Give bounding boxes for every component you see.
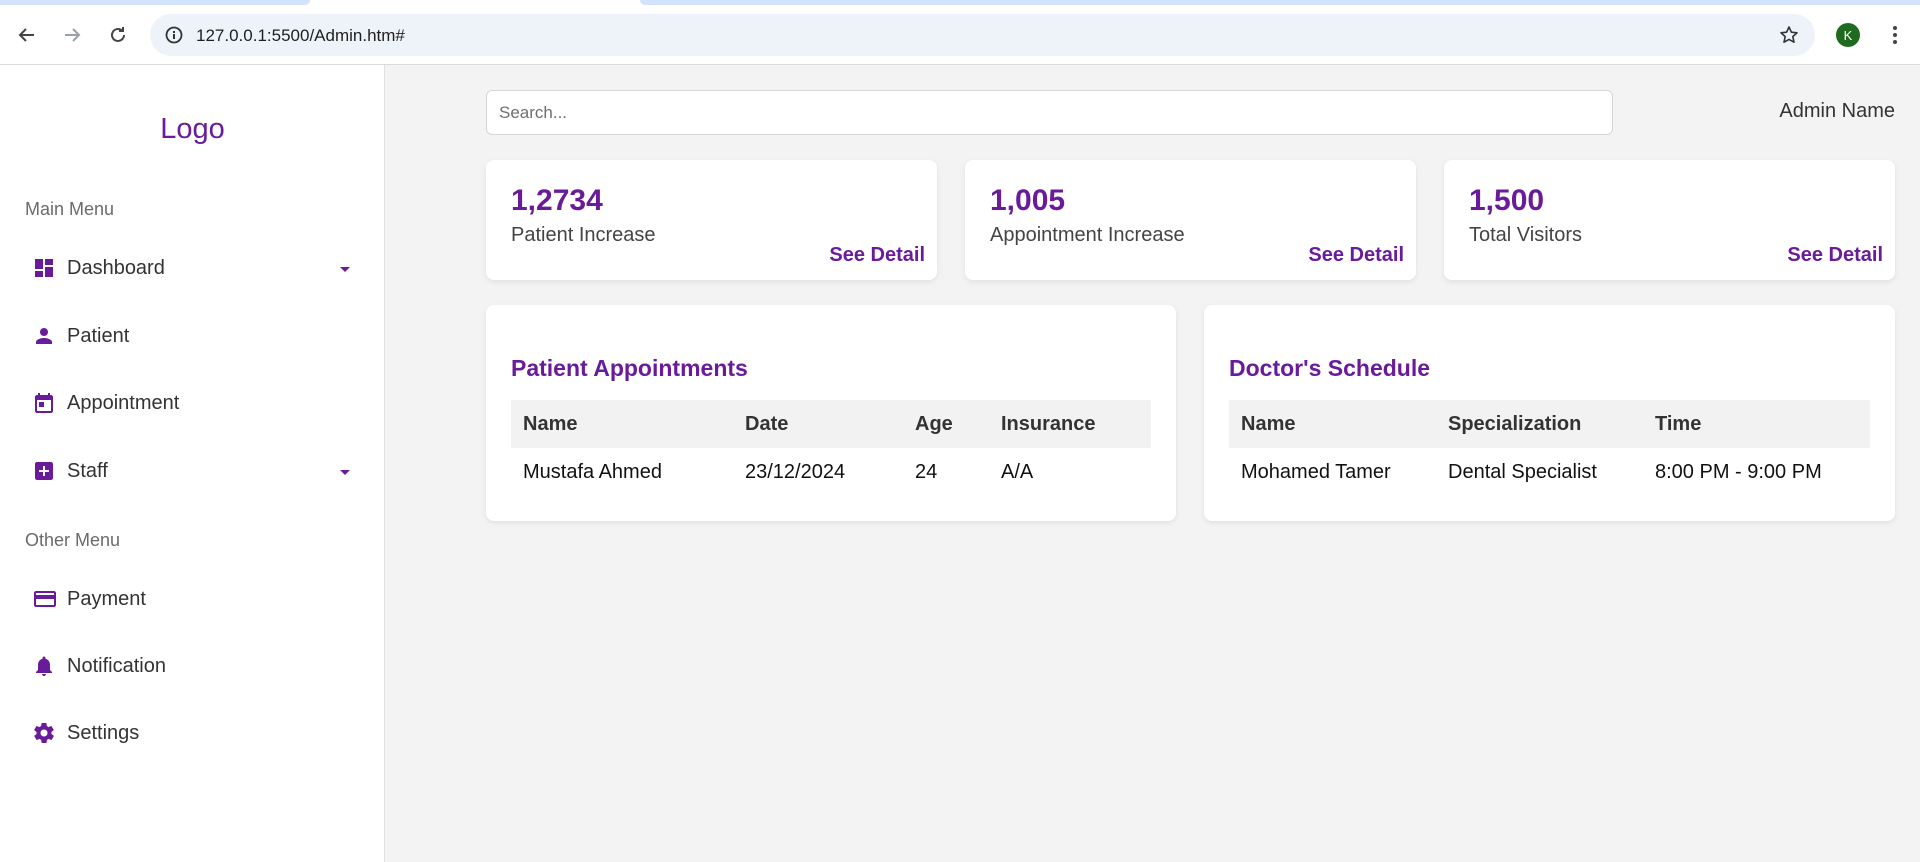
more-vert-icon[interactable]: [1880, 20, 1910, 50]
cell-specialization: Dental Specialist: [1448, 460, 1597, 483]
stat-label: Patient Increase: [511, 224, 656, 246]
sidebar-item-label: Staff: [67, 459, 108, 482]
sidebar-item-patient[interactable]: Patient: [25, 314, 355, 358]
cell-date: 23/12/2024: [745, 460, 846, 483]
stat-value: 1,005: [990, 184, 1066, 217]
see-detail-link[interactable]: See Detail: [1308, 244, 1404, 267]
sidebar: Logo Main Menu Dashboard Patient Appoint…: [0, 65, 385, 862]
patient-appointments-panel: Patient Appointments Name Date Age Insur…: [486, 305, 1176, 521]
forward-arrow-icon[interactable]: [57, 20, 87, 50]
stat-card-total-visitors: 1,500 Total Visitors See Detail: [1444, 160, 1895, 280]
cell-insurance: A/A: [1001, 460, 1034, 483]
sidebar-item-settings[interactable]: Settings: [25, 711, 355, 755]
tab-strip-right: [640, 0, 1920, 5]
sidebar-item-label: Settings: [67, 721, 140, 744]
sidebar-item-staff[interactable]: Staff: [25, 449, 355, 493]
other-menu-heading: Other Menu: [25, 530, 121, 550]
admin-name[interactable]: Admin Name: [1740, 100, 1895, 123]
credit-card-icon: [25, 584, 67, 614]
appointments-table: Name Date Age Insurance Mustafa Ahmed 23…: [511, 400, 1151, 496]
gear-icon: [25, 718, 67, 748]
main-menu-heading: Main Menu: [25, 199, 115, 219]
column-header-age: Age: [903, 400, 989, 448]
dashboard-icon: [25, 253, 67, 283]
stat-value: 1,2734: [511, 184, 603, 217]
panel-title: Doctor's Schedule: [1229, 355, 1431, 381]
stat-label: Total Visitors: [1469, 224, 1583, 246]
table-row[interactable]: Mohamed Tamer Dental Specialist 8:00 PM …: [1229, 448, 1870, 496]
sidebar-item-dashboard[interactable]: Dashboard: [25, 246, 355, 290]
stat-card-patient-increase: 1,2734 Patient Increase See Detail: [486, 160, 937, 280]
sidebar-item-label: Dashboard: [67, 256, 165, 279]
logo[interactable]: Logo: [0, 113, 385, 146]
site-info-icon[interactable]: [164, 25, 184, 45]
table-header-row: Name Date Age Insurance: [511, 400, 1151, 448]
reload-icon[interactable]: [103, 20, 133, 50]
sidebar-item-notification[interactable]: Notification: [25, 644, 355, 688]
sidebar-item-label: Patient: [67, 324, 130, 347]
see-detail-link[interactable]: See Detail: [1787, 244, 1883, 267]
cell-time: 8:00 PM - 9:00 PM: [1655, 460, 1822, 483]
search-input[interactable]: [486, 90, 1613, 135]
url-text[interactable]: 127.0.0.1:5500/Admin.htm#: [196, 26, 405, 46]
column-header-date: Date: [733, 400, 903, 448]
address-bar[interactable]: 127.0.0.1:5500/Admin.htm#: [150, 14, 1815, 56]
sidebar-item-label: Notification: [67, 654, 166, 677]
column-header-name: Name: [511, 400, 733, 448]
see-detail-link[interactable]: See Detail: [829, 244, 925, 267]
back-arrow-icon[interactable]: [12, 20, 42, 50]
table-header-row: Name Specialization Time: [1229, 400, 1870, 448]
panel-title: Patient Appointments: [511, 355, 748, 381]
table-row[interactable]: Mustafa Ahmed 23/12/2024 24 A/A: [511, 448, 1151, 496]
column-header-insurance: Insurance: [989, 400, 1151, 448]
stat-value: 1,500: [1469, 184, 1545, 217]
cell-name: Mustafa Ahmed: [523, 460, 662, 483]
column-header-time: Time: [1643, 400, 1870, 448]
sidebar-item-payment[interactable]: Payment: [25, 577, 355, 621]
stat-label: Appointment Increase: [990, 224, 1185, 246]
doctor-schedule-panel: Doctor's Schedule Name Specialization Ti…: [1204, 305, 1895, 521]
cell-name: Mohamed Tamer: [1241, 460, 1391, 483]
bookmark-star-icon[interactable]: [1779, 25, 1799, 45]
medical-cross-icon: [25, 456, 67, 486]
caret-down-icon[interactable]: [335, 259, 355, 279]
profile-avatar[interactable]: K: [1836, 23, 1860, 47]
column-header-specialization: Specialization: [1436, 400, 1643, 448]
sidebar-item-label: Payment: [67, 587, 146, 610]
stat-card-appointment-increase: 1,005 Appointment Increase See Detail: [965, 160, 1416, 280]
caret-down-icon[interactable]: [335, 462, 355, 482]
cell-age: 24: [915, 460, 938, 483]
sidebar-item-appointment[interactable]: Appointment: [25, 381, 355, 425]
bell-icon: [25, 651, 67, 681]
calendar-icon: [25, 388, 67, 418]
tab-strip-left: [0, 0, 310, 5]
schedule-table: Name Specialization Time Mohamed Tamer D…: [1229, 400, 1870, 496]
sidebar-item-label: Appointment: [67, 391, 180, 414]
column-header-name: Name: [1229, 400, 1436, 448]
browser-toolbar: 127.0.0.1:5500/Admin.htm# K: [0, 0, 1920, 65]
person-icon: [25, 321, 67, 351]
